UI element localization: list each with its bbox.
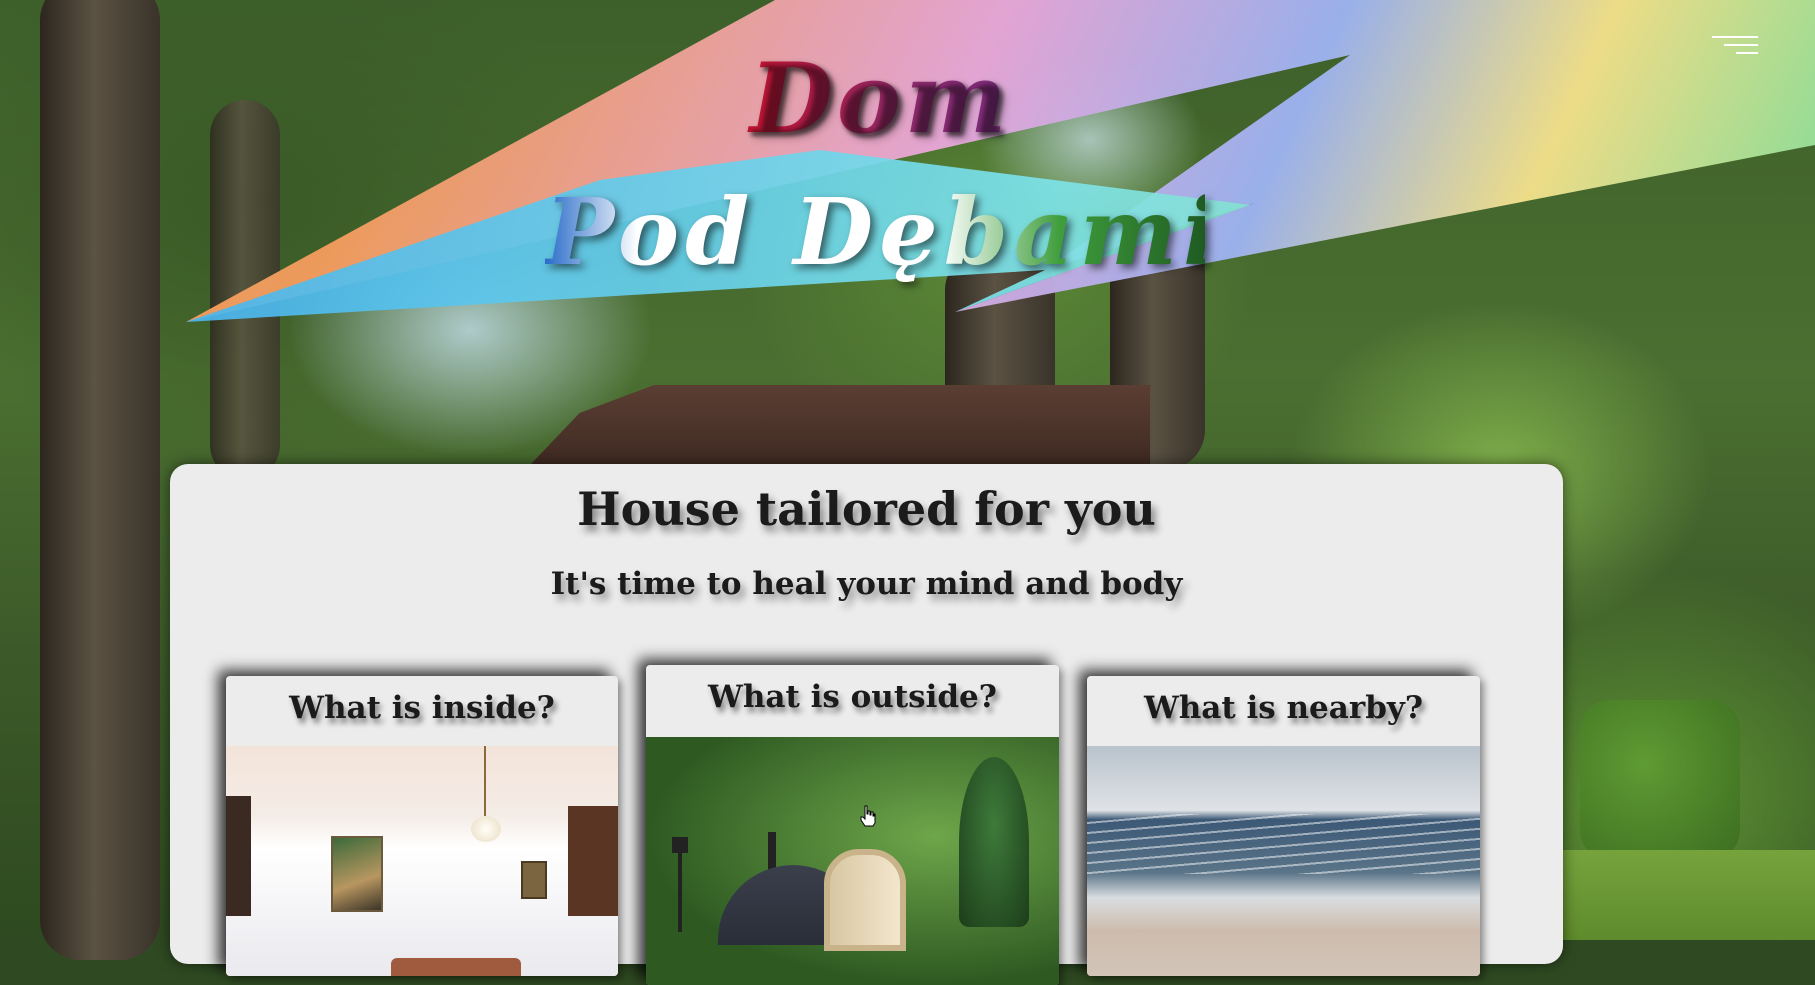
menu-bar (1736, 52, 1758, 54)
beach-photo (1087, 746, 1480, 976)
card-inside[interactable]: What is inside? (226, 676, 618, 976)
logo-line-1: Dom (745, 42, 1015, 155)
lawn (1560, 850, 1815, 940)
menu-bar (1724, 44, 1758, 46)
interior-photo (226, 746, 618, 976)
card-title: What is nearby? (1143, 690, 1424, 726)
card-title: What is outside? (708, 679, 997, 715)
tree-trunk (40, 0, 160, 960)
hamburger-menu-icon[interactable] (1712, 36, 1758, 58)
card-outside[interactable]: What is outside? (646, 665, 1059, 985)
card-nearby[interactable]: What is nearby? (1087, 676, 1480, 976)
main-content-panel: House tailored for you It's time to heal… (170, 464, 1563, 985)
page-title: House tailored for you (577, 482, 1156, 536)
card-title: What is inside? (289, 690, 555, 726)
garden-sauna-photo (646, 737, 1059, 985)
house-roof (530, 385, 1150, 465)
logo-line-2: Pod Dębami (545, 178, 1224, 286)
hedge (1580, 700, 1740, 860)
menu-bar (1712, 36, 1758, 38)
page-subtitle: It's time to heal your mind and body (550, 566, 1183, 602)
